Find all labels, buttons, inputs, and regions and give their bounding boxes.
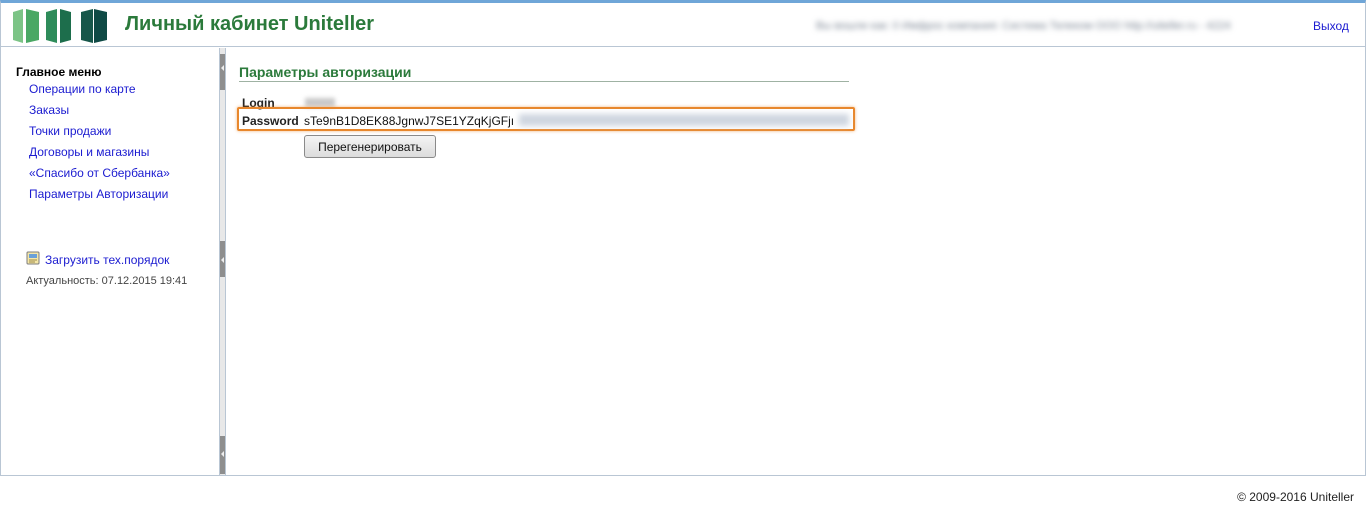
sidebar-item-auth-params: Параметры Авторизации — [29, 187, 170, 208]
actuality-date: Актуальность: 07.12.2015 19:41 — [26, 275, 188, 287]
logout-link[interactable]: Выход — [1313, 19, 1349, 33]
password-value-redacted — [519, 114, 849, 126]
sidebar: Главное меню Операции по карте Заказы То… — [1, 48, 219, 475]
splitter-handle-top[interactable] — [220, 54, 225, 90]
main-menu: Операции по карте Заказы Точки продажи Д… — [29, 82, 170, 208]
user-info: Вы вошли как: 0 Имфрос компания: Система… — [816, 20, 1231, 32]
main-menu-title: Главное меню — [16, 65, 102, 79]
title-divider — [239, 81, 849, 82]
sidebar-item-contracts-shops: Договоры и магазины — [29, 145, 170, 166]
sidebar-link-contracts-shops[interactable]: Договоры и магазины — [29, 145, 149, 159]
collapse-arrow-icon[interactable] — [221, 65, 224, 71]
header: Личный кабинет Uniteller Вы вошли как: 0… — [1, 3, 1365, 47]
sidebar-item-sberbank-thanks: «Спасибо от Сбербанка» — [29, 166, 170, 187]
password-label: Password — [242, 114, 299, 128]
sidebar-item-card-operations: Операции по карте — [29, 82, 170, 103]
collapse-arrow-icon[interactable] — [221, 257, 224, 263]
copyright: © 2009-2016 Uniteller — [1237, 490, 1354, 504]
upload-tech-order: Загрузить тех.порядок — [26, 249, 169, 267]
upload-tech-order-link[interactable]: Загрузить тех.порядок — [45, 253, 169, 267]
sidebar-link-card-operations[interactable]: Операции по карте — [29, 82, 136, 96]
sidebar-link-points-of-sale[interactable]: Точки продажи — [29, 124, 111, 138]
app-title: Личный кабинет Uniteller — [125, 13, 375, 35]
collapse-arrow-icon[interactable] — [221, 451, 224, 457]
page-title: Параметры авторизации — [239, 64, 412, 80]
sidebar-splitter[interactable] — [219, 48, 226, 475]
upload-document-icon — [26, 251, 40, 265]
uniteller-logo — [13, 9, 107, 43]
main-content: Параметры авторизации Login Password sTe… — [227, 48, 1365, 475]
sidebar-link-auth-params[interactable]: Параметры Авторизации — [29, 187, 168, 201]
password-value: sTe9nB1D8EK88JgnwJ7SE1YZqKjGFjı — [304, 114, 515, 128]
login-value-redacted — [305, 98, 335, 107]
sidebar-link-sberbank-thanks[interactable]: «Спасибо от Сбербанка» — [29, 166, 170, 180]
regenerate-button[interactable]: Перегенерировать — [304, 135, 436, 158]
sidebar-item-points-of-sale: Точки продажи — [29, 124, 170, 145]
sidebar-link-orders[interactable]: Заказы — [29, 103, 69, 117]
sidebar-item-orders: Заказы — [29, 103, 170, 124]
